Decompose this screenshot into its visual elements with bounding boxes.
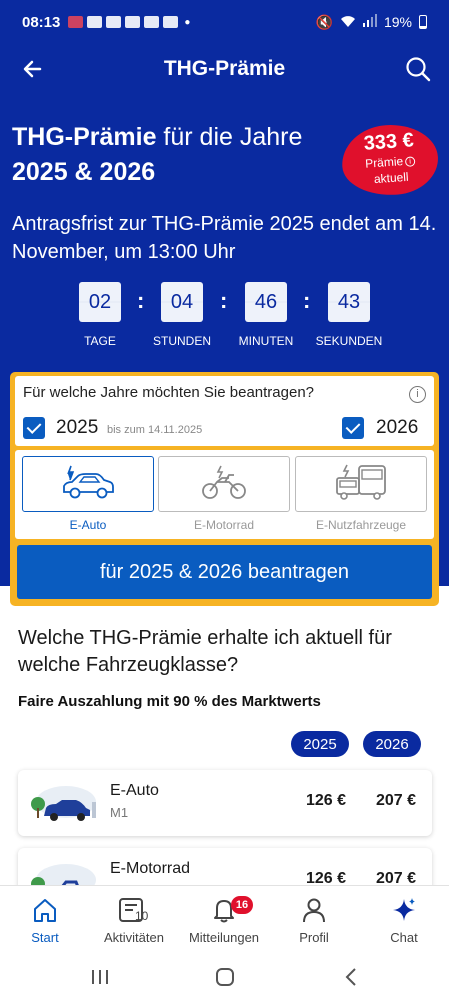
vehicle-label-e-motorrad: E-Motorrad bbox=[193, 518, 255, 532]
nav-chat[interactable]: Chat bbox=[359, 894, 449, 945]
vehicle-option-e-motorrad[interactable] bbox=[158, 456, 290, 512]
app-bar: THG-Prämie bbox=[0, 44, 449, 94]
vehicle-option-e-auto[interactable] bbox=[22, 456, 154, 512]
vehicle-label-e-auto: E-Auto bbox=[69, 518, 107, 532]
hero-title-years: 2025 & 2026 bbox=[12, 158, 156, 186]
row-vehicle-name: E-Motorrad bbox=[110, 860, 191, 877]
year-2026-label: 2026 bbox=[376, 417, 419, 438]
countdown-separator: : bbox=[220, 288, 228, 313]
page-title: THG-Prämie bbox=[163, 57, 286, 80]
hero-title: THG-Prämie für die Jahre 2025 & 2026 bbox=[12, 120, 332, 190]
year-2025-label: 2025 bbox=[56, 417, 99, 438]
status-bar: 08:13 ● 🔇 19% bbox=[0, 0, 449, 44]
countdown: 02 : 04 : 46 : 43 TAGE STUNDEN MINUTEN S… bbox=[0, 282, 449, 352]
battery-icon bbox=[419, 15, 427, 29]
countdown-seconds-label: SEKUNDEN bbox=[315, 334, 383, 348]
nav-label: Profil bbox=[299, 930, 329, 945]
system-back-icon[interactable] bbox=[340, 965, 364, 989]
app-notification-icon bbox=[68, 16, 84, 28]
countdown-days-label: TAGE bbox=[84, 334, 116, 348]
home-button-icon[interactable] bbox=[213, 965, 237, 989]
electric-car-icon bbox=[60, 462, 116, 507]
home-icon bbox=[0, 894, 90, 926]
nav-label: Aktivitäten bbox=[104, 930, 164, 945]
electric-motorbike-icon bbox=[199, 462, 249, 507]
year-2025-checkbox[interactable] bbox=[23, 417, 45, 439]
countdown-days: 02 bbox=[79, 282, 121, 322]
countdown-hours-label: STUNDEN bbox=[152, 334, 211, 348]
app-notification-icon bbox=[144, 16, 160, 28]
more-notifications-dot: ● bbox=[184, 16, 191, 28]
mail-icon bbox=[87, 16, 103, 28]
countdown-separator: : bbox=[137, 288, 145, 313]
row-value-2025: 126 € bbox=[306, 792, 347, 809]
bell-icon bbox=[179, 894, 269, 926]
countdown-separator: : bbox=[303, 288, 311, 313]
row-vehicle-name: E-Auto bbox=[110, 782, 159, 799]
nav-profile[interactable]: Profil bbox=[269, 894, 359, 945]
countdown-minutes-label: MINUTEN bbox=[238, 334, 294, 348]
year-column-2026: 2026 bbox=[363, 731, 421, 757]
search-icon[interactable] bbox=[403, 54, 433, 84]
electric-truck-icon bbox=[333, 462, 389, 507]
price-row-e-auto[interactable]: E-Auto M1 126 € 207 € bbox=[18, 770, 432, 836]
e-auto-image bbox=[28, 780, 98, 826]
row-value-2026: 207 € bbox=[376, 792, 417, 809]
vehicle-label-e-nutzfahrzeuge: E-Nutzfahrzeuge bbox=[315, 518, 407, 532]
notification-count-badge: 16 bbox=[231, 896, 253, 914]
year-column-2025: 2025 bbox=[291, 731, 349, 757]
price-section-subheading: Faire Auszahlung mit 90 % des Marktwerts bbox=[18, 693, 321, 710]
profile-icon bbox=[269, 894, 359, 926]
wifi-icon bbox=[340, 14, 356, 31]
status-right: 🔇 19% bbox=[316, 14, 427, 31]
year-question: Für welche Jahre möchten Sie beantragen? bbox=[23, 384, 315, 401]
vehicle-option-e-nutzfahrzeuge[interactable] bbox=[295, 456, 427, 512]
vehicle-selection-card: E-Auto E-Motorrad E-Nutzfahrzeuge bbox=[15, 450, 434, 539]
notification-icons bbox=[68, 16, 179, 28]
status-time: 08:13 bbox=[22, 13, 61, 31]
nav-messages[interactable]: 16 Mitteilungen bbox=[179, 894, 269, 945]
countdown-hours: 04 bbox=[161, 282, 203, 322]
activities-icon: 10 bbox=[89, 894, 179, 926]
nav-start[interactable]: Start bbox=[0, 894, 90, 945]
hero-title-rest: für die Jahre bbox=[156, 123, 303, 151]
apply-button[interactable]: für 2025 & 2026 beantragen bbox=[17, 545, 432, 599]
gmail-icon bbox=[125, 16, 141, 28]
sparkle-icon bbox=[359, 894, 449, 926]
nav-label: Start bbox=[31, 930, 59, 945]
ebay-icon bbox=[163, 16, 179, 28]
info-icon[interactable]: i bbox=[409, 386, 426, 403]
nav-label: Mitteilungen bbox=[188, 930, 260, 945]
activities-count: 10 bbox=[135, 909, 149, 923]
deadline-text: Antragsfrist zur THG-Prämie 2025 endet a… bbox=[12, 213, 437, 263]
hero-title-bold: THG-Prämie bbox=[12, 123, 157, 151]
info-icon: i bbox=[404, 156, 416, 167]
signal-icon bbox=[362, 14, 377, 30]
nav-label: Chat bbox=[390, 930, 418, 945]
countdown-seconds: 43 bbox=[328, 282, 370, 322]
bottom-navigation: Start 10 Aktivitäten 16 Mitteilungen Pro… bbox=[0, 885, 449, 955]
mute-icon: 🔇 bbox=[315, 13, 333, 30]
row-vehicle-class: M1 bbox=[110, 805, 129, 820]
mail-icon bbox=[106, 16, 122, 28]
year-2025-note: bis zum 14.11.2025 bbox=[107, 424, 203, 436]
system-navigation-bar bbox=[0, 955, 449, 1000]
year-selection-card: Für welche Jahre möchten Sie beantragen?… bbox=[15, 376, 434, 446]
year-2026-checkbox[interactable] bbox=[342, 417, 364, 439]
nav-activities[interactable]: 10 Aktivitäten bbox=[89, 894, 179, 945]
recent-apps-icon[interactable] bbox=[88, 965, 112, 989]
back-arrow-icon[interactable] bbox=[18, 54, 48, 84]
battery-percentage: 19% bbox=[383, 14, 412, 30]
price-section-heading: Welche THG-Prämie erhalte ich aktuell fü… bbox=[18, 627, 392, 676]
badge-label: Prämie bbox=[364, 154, 404, 171]
countdown-minutes: 46 bbox=[245, 282, 287, 322]
